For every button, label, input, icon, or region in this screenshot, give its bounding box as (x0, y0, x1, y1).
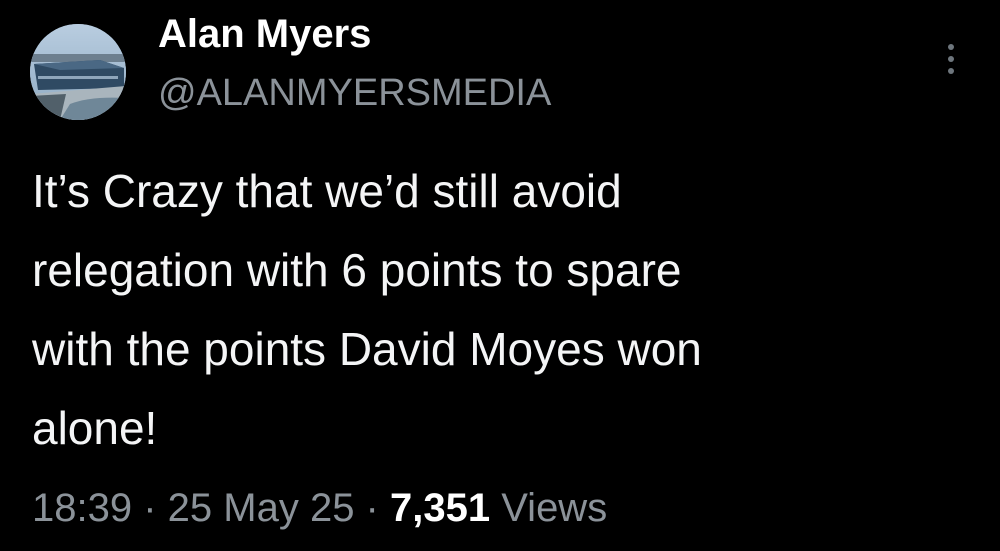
views-count[interactable]: 7,351 (390, 486, 490, 530)
tweet-meta: 18:39 · 25 May 25 · 7,351 Views (32, 480, 607, 536)
tweet-card: Alan Myers @ALANMYERSMEDIA It’s Crazy th… (0, 0, 1000, 551)
avatar[interactable] (30, 24, 126, 120)
meta-separator: · (132, 486, 168, 530)
author-display-name[interactable]: Alan Myers (158, 10, 371, 58)
stadium-photo-icon (30, 24, 126, 120)
tweet-date[interactable]: 25 May 25 (168, 486, 355, 530)
tweet-time[interactable]: 18:39 (32, 486, 132, 530)
tweet-text: It’s Crazy that we’d still avoid relegat… (32, 165, 702, 454)
more-options-button[interactable] (936, 40, 966, 78)
views-label[interactable]: Views (501, 486, 607, 530)
author-handle[interactable]: @ALANMYERSMEDIA (158, 70, 551, 116)
meta-separator: · (354, 486, 390, 530)
more-vertical-icon (948, 44, 954, 74)
